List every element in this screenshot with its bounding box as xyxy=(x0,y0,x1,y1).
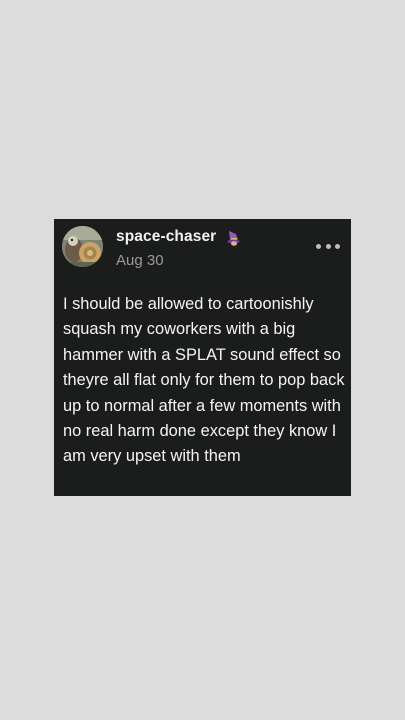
avatar[interactable] xyxy=(62,226,103,267)
username[interactable]: space-chaser xyxy=(116,228,216,246)
more-options-icon[interactable] xyxy=(316,239,340,253)
post-card: space-chaser Aug 30 I should be allowed … xyxy=(54,219,351,496)
menu-dot xyxy=(325,243,331,249)
squirrel-avatar-icon xyxy=(62,226,103,267)
post-date: Aug 30 xyxy=(116,252,164,269)
witch-hat-icon xyxy=(226,230,240,246)
menu-dot xyxy=(316,243,321,249)
menu-dot xyxy=(335,243,340,249)
post-body-text: I should be allowed to cartoonishly squa… xyxy=(63,295,345,466)
